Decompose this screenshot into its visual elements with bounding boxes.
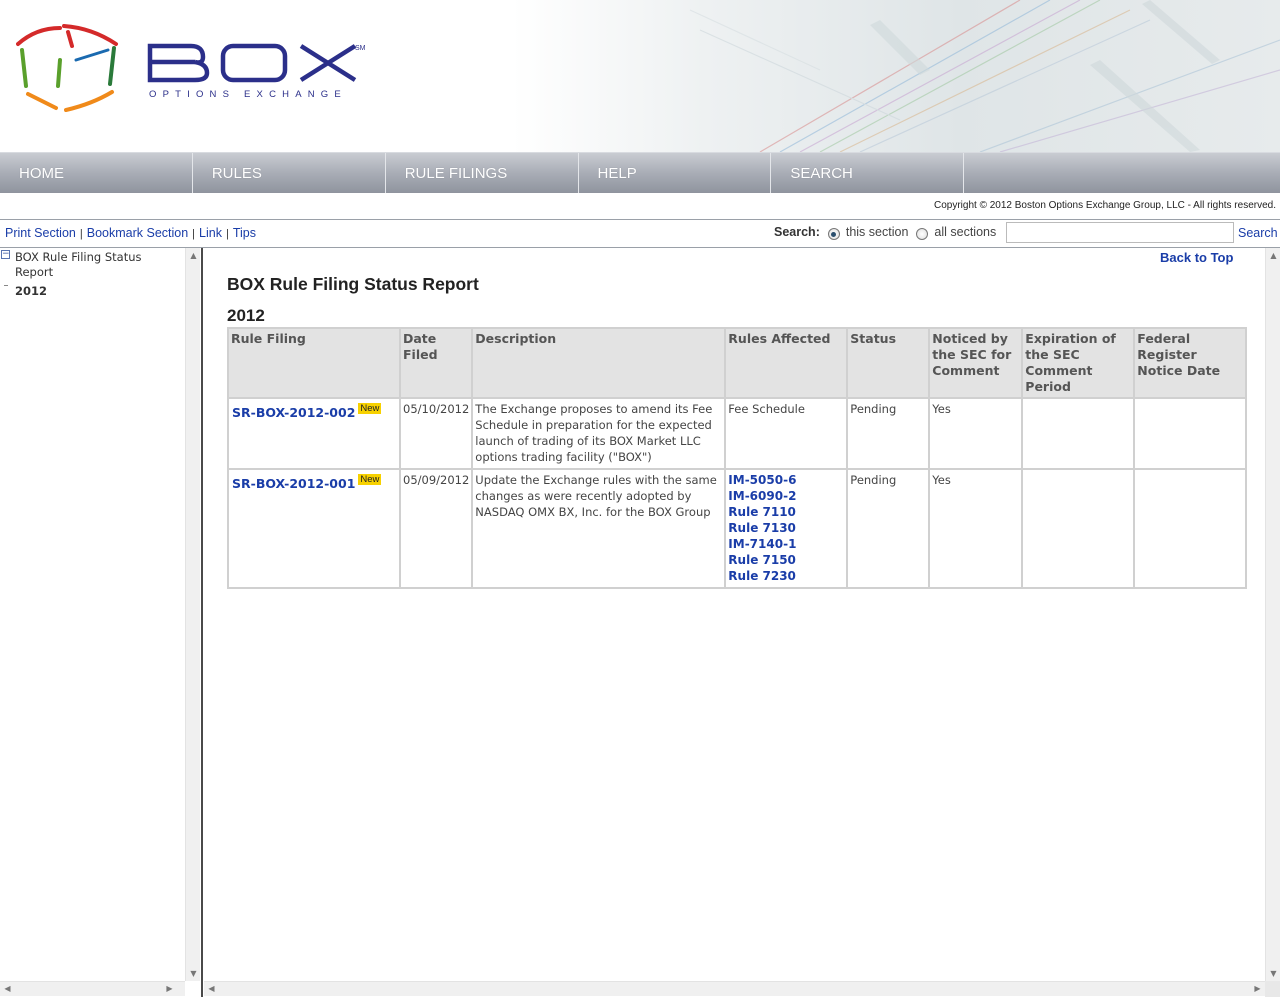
trademark-mark: SM [355,45,366,52]
pane-splitter[interactable] [201,248,203,997]
expiration-cell [1021,468,1136,589]
status-cell: Pending [846,397,931,470]
date-cell: 05/09/2012 [398,468,474,589]
content-horizontal-scrollbar[interactable]: ◀ ▶ [204,981,1265,996]
rule-link[interactable]: Rule 7230 [728,568,844,584]
table-row: SR-BOX-2012-001 New 05/09/2012 Update the… [227,468,1248,589]
filing-cell: SR-BOX-2012-002 New [227,397,401,470]
column-header: Expiration of the SEC Comment Period [1021,327,1136,399]
page-title: BOX Rule Filing Status Report [227,274,479,294]
federal-register-cell [1133,468,1248,589]
rules-affected-cell: Fee Schedule [724,397,849,470]
scope-this-section-label: this section [845,225,909,239]
main-nav: HOME RULES RULE FILINGS HELP SEARCH [0,152,1280,193]
search-scope: Search: this section all sections [774,225,1004,240]
nav-rules[interactable]: RULES [193,153,386,193]
nav-home[interactable]: HOME [0,153,193,193]
filings-table: Rule Filing Date Filed Description Rules… [227,327,1248,589]
noticed-cell: Yes [928,468,1024,589]
tree-connector-icon [4,285,8,286]
description-cell: The Exchange proposes to amend its Fee S… [471,397,727,470]
column-header: Federal Register Notice Date [1133,327,1248,399]
scroll-left-icon[interactable]: ◀ [204,984,219,993]
scroll-left-icon[interactable]: ◀ [0,984,15,993]
copyright-notice: Copyright © 2012 Boston Options Exchange… [934,200,1276,211]
scroll-up-icon[interactable]: ▲ [1266,251,1280,260]
table-header-row: Rule Filing Date Filed Description Rules… [227,327,1248,399]
scope-all-sections-label: all sections [934,225,997,239]
print-section-link[interactable]: Print Section [5,226,76,240]
rule-link[interactable]: Rule 7110 [728,504,844,520]
search-label: Search: [774,225,820,239]
content-vertical-scrollbar[interactable]: ▲ ▼ [1265,248,1280,981]
column-header: Description [471,327,727,399]
federal-register-cell [1133,397,1248,470]
content-pane: Back to Top BOX Rule Filing Status Repor… [204,248,1265,981]
tree-item-status-report[interactable]: BOX Rule Filing Status Report [15,250,155,280]
nav-search[interactable]: SEARCH [771,153,965,193]
separator: | [225,228,229,240]
column-header: Status [846,327,931,399]
rule-link[interactable]: IM-5050-6 [728,472,844,488]
filing-link[interactable]: SR-BOX-2012-002 [231,405,355,420]
box-cube-logo-icon [16,24,118,112]
header-banner: SM OPTIONS EXCHANGE [0,0,1280,152]
nav-filler [964,153,1280,193]
separator: | [192,228,196,240]
rule-link[interactable]: Rule 7150 [728,552,844,568]
status-cell: Pending [846,468,931,589]
bookmark-section-link[interactable]: Bookmark Section [87,226,188,240]
toc-tree: − BOX Rule Filing Status Report 2012 [0,248,185,981]
toolbar-links: Print Section | Bookmark Section | Link | Tips [5,226,256,240]
scroll-up-icon[interactable]: ▲ [186,251,201,260]
rule-link[interactable]: Rule 7130 [728,520,844,536]
rule-link[interactable]: IM-6090-2 [728,488,844,504]
table-row: SR-BOX-2012-002 New 05/10/2012 The Exchan… [227,397,1248,470]
new-badge: New [358,474,382,485]
tree-horizontal-scrollbar[interactable]: ◀ ▶ [0,981,185,996]
search-button[interactable]: Search [1238,226,1278,240]
brand-tagline: OPTIONS EXCHANGE [149,89,347,100]
scroll-right-icon[interactable]: ▶ [162,984,177,993]
search-input[interactable] [1006,222,1234,243]
rule-link[interactable]: IM-7140-1 [728,536,844,552]
tree-item-2012[interactable]: 2012 [15,284,47,299]
expiration-cell [1021,397,1136,470]
column-header: Noticed by the SEC for Comment [928,327,1024,399]
back-to-top-link[interactable]: Back to Top [1160,250,1233,265]
date-cell: 05/10/2012 [398,397,474,470]
column-header: Date Filed [398,327,474,399]
description-cell: Update the Exchange rules with the same … [471,468,727,589]
scope-all-sections-radio[interactable] [916,228,929,240]
filing-link[interactable]: SR-BOX-2012-001 [231,476,355,491]
column-header: Rule Filing [227,327,401,399]
box-wordmark-logo: SM OPTIONS EXCHANGE [147,43,366,100]
separator: | [79,228,83,240]
filing-cell: SR-BOX-2012-001 New [227,468,401,589]
divider-line [0,219,1280,220]
year-heading: 2012 [227,306,265,325]
scroll-right-icon[interactable]: ▶ [1250,984,1265,993]
collapse-toggle-icon[interactable]: − [1,250,10,259]
tips-link[interactable]: Tips [233,226,256,240]
nav-rule-filings[interactable]: RULE FILINGS [386,153,579,193]
new-badge: New [358,403,382,414]
column-header: Rules Affected [724,327,849,399]
tree-vertical-scrollbar[interactable]: ▲ ▼ [185,248,200,981]
rules-affected-cell: IM-5050-6 IM-6090-2 Rule 7110 Rule 7130 … [724,468,849,589]
scroll-down-icon[interactable]: ▼ [186,969,201,978]
noticed-cell: Yes [928,397,1024,470]
scrollbar-corner [1265,981,1280,997]
nav-help[interactable]: HELP [579,153,772,193]
scroll-down-icon[interactable]: ▼ [1266,969,1280,978]
scope-this-section-radio[interactable] [827,228,840,240]
link-link[interactable]: Link [199,226,222,240]
brand-wordmark: SM OPTIONS EXCHANGE [147,42,377,105]
